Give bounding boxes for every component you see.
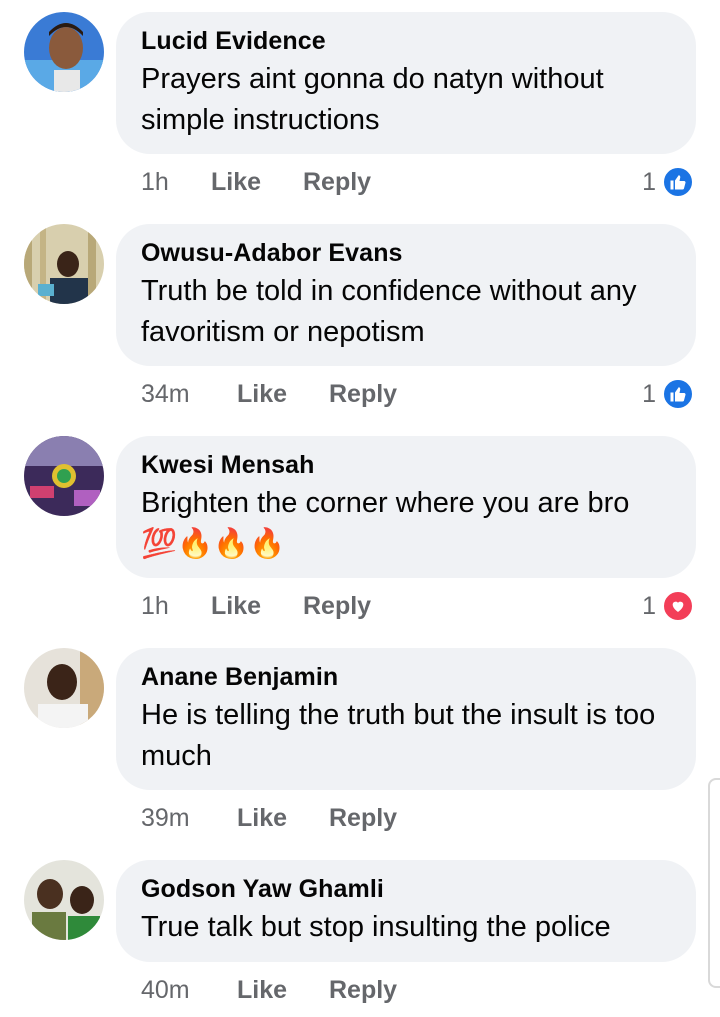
like-button[interactable]: Like	[211, 167, 261, 197]
comment-text: Brighten the corner where you are bro 💯🔥…	[141, 487, 630, 560]
avatar[interactable]	[24, 436, 104, 516]
comment-actions: 34m Like Reply	[141, 379, 397, 409]
reaction-summary[interactable]: 1	[642, 166, 694, 198]
reaction-count: 1	[642, 592, 656, 620]
comment-actions: 1h Like Reply	[141, 591, 371, 621]
like-button[interactable]: Like	[237, 975, 287, 1005]
reaction-summary[interactable]: 1	[642, 378, 694, 410]
comment-text: True talk but stop insulting the police	[141, 911, 611, 943]
reaction-count: 1	[642, 168, 656, 196]
like-button[interactable]: Like	[237, 379, 287, 409]
comment-time[interactable]: 34m	[141, 380, 190, 408]
comment-time[interactable]: 39m	[141, 804, 190, 832]
comment-actions: 1h Like Reply	[141, 167, 371, 197]
avatar[interactable]	[24, 648, 104, 728]
comment-author[interactable]: Anane Benjamin	[141, 662, 670, 692]
like-button[interactable]: Like	[211, 591, 261, 621]
scrollbar[interactable]	[708, 778, 720, 988]
comment-time[interactable]: 40m	[141, 976, 190, 1004]
comment-text: Prayers aint gonna do natyn without simp…	[141, 63, 604, 136]
comment-bubble: Lucid Evidence Prayers aint gonna do nat…	[116, 12, 696, 154]
comment-actions: 40m Like Reply	[141, 975, 397, 1005]
comment-text: Truth be told in confidence without any …	[141, 275, 637, 348]
comment-bubble: Anane Benjamin He is telling the truth b…	[116, 648, 696, 790]
comment-author[interactable]: Kwesi Mensah	[141, 450, 670, 480]
like-button[interactable]: Like	[237, 803, 287, 833]
comment-author[interactable]: Lucid Evidence	[141, 26, 670, 56]
reply-button[interactable]: Reply	[329, 975, 397, 1005]
comment-author[interactable]: Owusu-Adabor Evans	[141, 238, 670, 268]
avatar[interactable]	[24, 860, 104, 940]
comment-time[interactable]: 1h	[141, 168, 169, 196]
comment-bubble: Kwesi Mensah Brighten the corner where y…	[116, 436, 696, 578]
avatar[interactable]	[24, 12, 104, 92]
reaction-summary[interactable]: 1	[642, 590, 694, 622]
comment-bubble: Godson Yaw Ghamli True talk but stop ins…	[116, 860, 696, 962]
comment-actions: 39m Like Reply	[141, 803, 397, 833]
comment-bubble: Owusu-Adabor Evans Truth be told in conf…	[116, 224, 696, 366]
reaction-count: 1	[642, 380, 656, 408]
reply-button[interactable]: Reply	[303, 591, 371, 621]
comment-author[interactable]: Godson Yaw Ghamli	[141, 874, 670, 904]
reply-button[interactable]: Reply	[329, 803, 397, 833]
avatar[interactable]	[24, 224, 104, 304]
heart-icon	[662, 590, 694, 622]
comment-text: He is telling the truth but the insult i…	[141, 699, 656, 772]
comment-time[interactable]: 1h	[141, 592, 169, 620]
thumbs-up-icon	[662, 378, 694, 410]
thumbs-up-icon	[662, 166, 694, 198]
reply-button[interactable]: Reply	[303, 167, 371, 197]
reply-button[interactable]: Reply	[329, 379, 397, 409]
